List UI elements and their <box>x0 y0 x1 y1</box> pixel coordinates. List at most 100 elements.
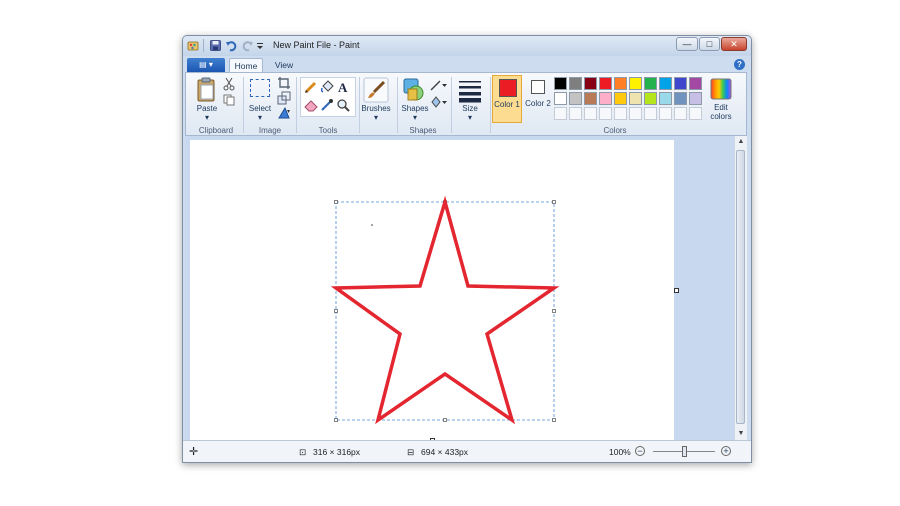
vertical-scrollbar[interactable]: ▲ ▼ <box>734 136 747 440</box>
resize-handle[interactable] <box>334 418 338 422</box>
resize-handle[interactable] <box>552 309 556 313</box>
palette-color-swatch[interactable] <box>629 77 642 90</box>
resize-handle[interactable] <box>552 200 556 204</box>
palette-color-swatch[interactable] <box>644 92 657 105</box>
palette-color-swatch[interactable] <box>554 92 567 105</box>
palette-color-swatch[interactable] <box>614 107 627 120</box>
fill-bucket-icon[interactable] <box>320 80 334 94</box>
color1-button[interactable]: Color 1 <box>492 75 522 123</box>
color-picker-icon[interactable] <box>320 98 334 112</box>
maximize-button[interactable]: □ <box>699 37 720 51</box>
palette-color-swatch[interactable] <box>674 107 687 120</box>
paint-window: New Paint File - Paint — □ ✕ ▤ ▾ Home Vi… <box>182 35 752 463</box>
palette-color-swatch[interactable] <box>659 77 672 90</box>
resize-handle[interactable] <box>334 200 338 204</box>
palette-color-swatch[interactable] <box>644 107 657 120</box>
paint-app-icon[interactable] <box>187 39 200 52</box>
svg-text:A: A <box>338 80 348 94</box>
drawing-canvas[interactable] <box>190 140 674 440</box>
status-bar: ✛ ⊡ 316 × 316px ⊟ 694 × 433px 100% − + <box>183 440 751 462</box>
file-menu-button[interactable]: ▤ ▾ <box>187 58 225 72</box>
tab-home[interactable]: Home <box>229 58 263 72</box>
canvas-size-text: 694 × 433px <box>421 447 469 457</box>
brushes-button-label[interactable]: Brushes <box>358 104 394 113</box>
save-icon[interactable] <box>209 39 222 52</box>
color2-swatch <box>531 80 545 94</box>
close-button[interactable]: ✕ <box>721 37 747 51</box>
text-tool-icon[interactable]: A <box>336 80 350 94</box>
palette-color-swatch[interactable] <box>569 107 582 120</box>
palette-color-swatch[interactable] <box>599 77 612 90</box>
palette-color-swatch[interactable] <box>554 77 567 90</box>
scroll-thumb[interactable] <box>736 150 745 424</box>
zoom-out-button[interactable]: − <box>635 446 645 456</box>
zoom-slider-thumb[interactable] <box>681 446 687 457</box>
palette-color-swatch[interactable] <box>629 92 642 105</box>
palette-color-swatch[interactable] <box>629 107 642 120</box>
undo-icon[interactable] <box>225 39 238 52</box>
redo-icon[interactable] <box>241 39 254 52</box>
resize-handle[interactable] <box>443 418 447 422</box>
shapes-icon[interactable] <box>402 77 426 103</box>
size-icon[interactable] <box>458 77 482 103</box>
fill-icon[interactable] <box>430 95 448 109</box>
window-title: New Paint File - Paint <box>273 40 360 50</box>
shapes-dropdown-arrow[interactable]: ▾ <box>397 113 433 122</box>
help-icon[interactable]: ? <box>734 59 745 70</box>
palette-color-swatch[interactable] <box>659 107 672 120</box>
palette-color-swatch[interactable] <box>614 92 627 105</box>
palette-color-swatch[interactable] <box>584 77 597 90</box>
brushes-dropdown-arrow[interactable]: ▾ <box>358 113 394 122</box>
resize-handle[interactable] <box>552 418 556 422</box>
palette-color-swatch[interactable] <box>569 77 582 90</box>
canvas-drawing[interactable] <box>190 140 674 440</box>
red-star-shape[interactable] <box>330 195 560 425</box>
canvas-area[interactable] <box>185 136 747 443</box>
palette-color-swatch[interactable] <box>644 77 657 90</box>
size-dropdown-arrow[interactable]: ▾ <box>452 113 488 122</box>
tab-view[interactable]: View <box>267 58 301 72</box>
outline-icon[interactable] <box>430 78 448 92</box>
palette-color-swatch[interactable] <box>689 107 702 120</box>
palette-color-swatch[interactable] <box>584 107 597 120</box>
edit-colors-icon[interactable] <box>709 77 733 101</box>
scroll-up-icon[interactable]: ▲ <box>735 136 747 148</box>
edit-colors-label[interactable]: Edit colors <box>704 103 738 121</box>
palette-color-swatch[interactable] <box>689 92 702 105</box>
palette-color-swatch[interactable] <box>674 77 687 90</box>
palette-color-swatch[interactable] <box>599 107 612 120</box>
zoom-in-button[interactable]: + <box>721 446 731 456</box>
size-button-label[interactable]: Size <box>452 104 488 113</box>
palette-color-swatch[interactable] <box>554 107 567 120</box>
palette-color-swatch[interactable] <box>659 92 672 105</box>
canvas-resize-handle-right[interactable] <box>674 288 679 293</box>
select-icon[interactable] <box>250 79 270 97</box>
resize-icon[interactable] <box>277 91 291 105</box>
eraser-icon[interactable] <box>304 98 318 112</box>
paste-dropdown-arrow[interactable]: ▾ <box>192 113 222 122</box>
cut-icon[interactable] <box>222 77 236 91</box>
palette-color-swatch[interactable] <box>614 77 627 90</box>
paste-icon[interactable] <box>196 77 218 103</box>
title-bar: New Paint File - Paint — □ ✕ <box>183 36 751 56</box>
select-button-label[interactable]: Select <box>244 104 276 113</box>
scroll-down-icon[interactable]: ▼ <box>735 428 747 440</box>
copy-icon[interactable] <box>222 93 236 107</box>
palette-color-swatch[interactable] <box>599 92 612 105</box>
pencil-icon[interactable] <box>304 80 318 94</box>
brushes-icon[interactable] <box>363 77 389 103</box>
rotate-icon[interactable] <box>277 106 291 120</box>
paste-button-label[interactable]: Paste <box>192 104 222 113</box>
customize-qat-icon[interactable] <box>256 39 264 52</box>
minimize-button[interactable]: — <box>676 37 698 51</box>
palette-color-swatch[interactable] <box>674 92 687 105</box>
palette-color-swatch[interactable] <box>689 77 702 90</box>
select-dropdown-arrow[interactable]: ▾ <box>244 113 276 122</box>
palette-color-swatch[interactable] <box>584 92 597 105</box>
color2-button[interactable]: Color 2 <box>524 75 552 123</box>
palette-color-swatch[interactable] <box>569 92 582 105</box>
resize-handle[interactable] <box>334 309 338 313</box>
shapes-button-label[interactable]: Shapes <box>397 104 433 113</box>
crop-icon[interactable] <box>277 76 291 90</box>
magnifier-icon[interactable] <box>336 98 350 112</box>
